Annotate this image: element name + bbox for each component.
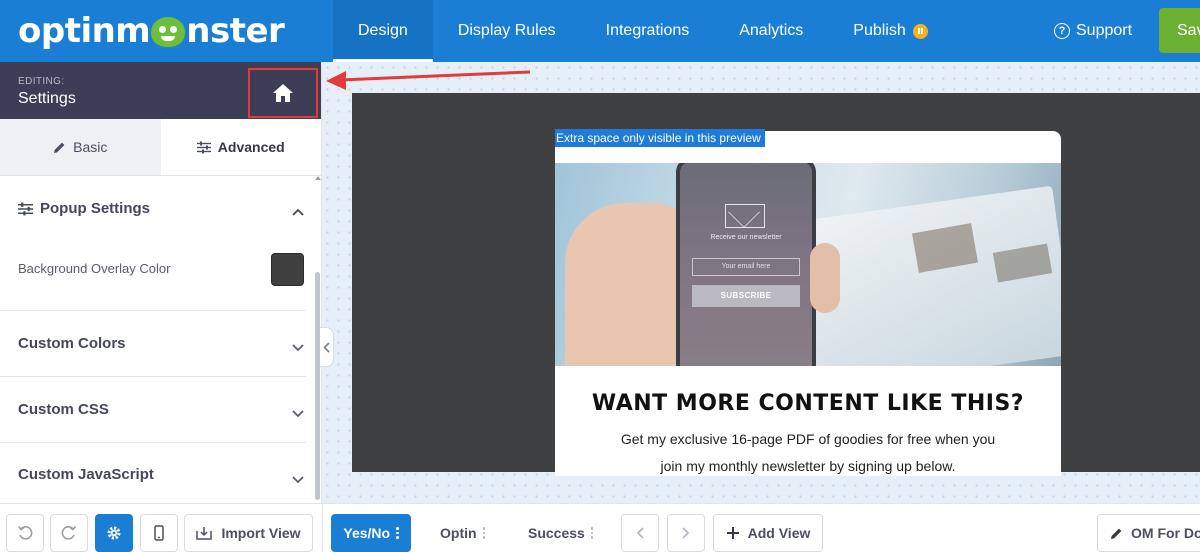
plus-icon bbox=[726, 527, 739, 539]
save-button[interactable]: Save bbox=[1159, 8, 1200, 53]
editing-label: EDITING: bbox=[18, 76, 65, 87]
kebab-icon[interactable] bbox=[482, 527, 486, 539]
overlay-color-label: Background Overlay Color bbox=[18, 261, 171, 276]
popup-body-line-1[interactable]: Get my exclusive 16-page PDF of goodies … bbox=[555, 431, 1061, 447]
import-view-button[interactable]: Import View bbox=[184, 514, 313, 552]
redo-icon bbox=[61, 525, 77, 540]
view-tab-success[interactable]: Success bbox=[528, 514, 594, 552]
sidebar-scrollbar[interactable] bbox=[315, 272, 320, 500]
prev-view-button[interactable] bbox=[621, 514, 659, 552]
preview-canvas: Extra space only visible in this preview… bbox=[322, 62, 1200, 503]
popup-settings-header[interactable]: Popup Settings bbox=[0, 194, 306, 224]
section-title: Custom JavaScript bbox=[18, 466, 154, 483]
section-title: Popup Settings bbox=[40, 200, 150, 217]
import-icon bbox=[196, 527, 213, 540]
campaign-name-button[interactable]: OM For Do bbox=[1097, 514, 1200, 552]
logo-text-left: optinm bbox=[18, 11, 151, 51]
settings-button[interactable] bbox=[95, 514, 133, 552]
popup-preview[interactable]: Receive our newsletter Your email here S… bbox=[555, 131, 1061, 476]
top-bar: optinm nster Design Display Rules Integra… bbox=[0, 0, 1200, 62]
nav-publish[interactable]: Publish bbox=[828, 0, 952, 62]
mobile-preview-button[interactable] bbox=[140, 514, 178, 552]
sliders-icon bbox=[196, 141, 211, 154]
pencil-icon bbox=[1111, 528, 1122, 539]
sidebar-tabs: Basic Advanced bbox=[0, 119, 321, 176]
scroll-up-arrow[interactable] bbox=[315, 176, 321, 180]
home-button[interactable] bbox=[248, 68, 318, 118]
view-tab-yes-no[interactable]: Yes/No bbox=[331, 514, 411, 552]
kebab-icon[interactable] bbox=[396, 527, 399, 539]
add-view-button[interactable]: Add View bbox=[713, 514, 823, 552]
preview-space-tag: Extra space only visible in this preview bbox=[555, 129, 765, 147]
annotation-arrow bbox=[326, 70, 531, 90]
sliders-icon bbox=[18, 202, 33, 221]
next-view-button[interactable] bbox=[667, 514, 705, 552]
redo-button[interactable] bbox=[50, 514, 88, 552]
chevron-left-icon bbox=[636, 527, 644, 539]
chevron-right-icon bbox=[682, 527, 690, 539]
chevron-up-icon bbox=[292, 203, 304, 221]
mobile-phone-icon bbox=[154, 525, 164, 541]
popup-body-line-2[interactable]: join my monthly newsletter by signing up… bbox=[555, 458, 1061, 474]
monster-mascot-icon bbox=[151, 17, 186, 47]
gear-icon bbox=[107, 526, 121, 540]
home-icon bbox=[273, 84, 293, 102]
logo-text-right: nster bbox=[186, 11, 285, 51]
phone-caption: Receive our newsletter bbox=[710, 234, 782, 241]
section-popup-settings: Popup Settings bbox=[0, 176, 306, 311]
popup-headline[interactable]: WANT MORE CONTENT LIKE THIS? bbox=[555, 391, 1061, 416]
chevron-down-icon bbox=[292, 339, 304, 357]
nav-integrations[interactable]: Integrations bbox=[581, 0, 715, 62]
editing-title: Settings bbox=[18, 90, 76, 107]
support-link[interactable]: ? Support bbox=[1054, 0, 1132, 62]
envelope-icon bbox=[725, 204, 765, 228]
editing-header: EDITING: Settings bbox=[0, 62, 321, 119]
view-tab-optin[interactable]: Optin bbox=[440, 514, 486, 552]
settings-sidebar: EDITING: Settings Basic Advanced Popup S… bbox=[0, 62, 322, 503]
hero-image: Receive our newsletter Your email here S… bbox=[555, 163, 1061, 366]
pause-icon bbox=[912, 23, 928, 39]
main-nav: Design Display Rules Integrations Analyt… bbox=[333, 0, 953, 62]
section-custom-javascript[interactable]: Custom JavaScript bbox=[0, 443, 306, 503]
nav-design[interactable]: Design bbox=[333, 0, 433, 62]
tab-basic[interactable]: Basic bbox=[0, 119, 161, 175]
section-custom-css[interactable]: Custom CSS bbox=[0, 377, 306, 443]
question-circle-icon: ? bbox=[1054, 23, 1070, 39]
bottom-toolbar: Import View Yes/No Optin Success Add Vie… bbox=[0, 503, 1200, 552]
section-custom-colors[interactable]: Custom Colors bbox=[0, 311, 306, 377]
tab-advanced[interactable]: Advanced bbox=[160, 119, 321, 175]
section-title: Custom CSS bbox=[18, 401, 109, 418]
overlay-color-swatch[interactable] bbox=[271, 253, 304, 286]
phone-subscribe-button: SUBSCRIBE bbox=[692, 285, 800, 307]
section-title: Custom Colors bbox=[18, 335, 126, 352]
phone-email-input: Your email here bbox=[692, 258, 800, 276]
undo-icon bbox=[17, 525, 33, 540]
phone-mockup: Receive our newsletter Your email here S… bbox=[676, 163, 816, 366]
collapse-sidebar-button[interactable] bbox=[320, 327, 334, 367]
optinmonster-logo[interactable]: optinm nster bbox=[18, 11, 285, 51]
kebab-icon[interactable] bbox=[590, 527, 594, 539]
nav-display-rules[interactable]: Display Rules bbox=[433, 0, 581, 62]
nav-analytics[interactable]: Analytics bbox=[714, 0, 828, 62]
chevron-down-icon bbox=[292, 405, 304, 423]
chevron-down-icon bbox=[292, 471, 304, 489]
undo-button[interactable] bbox=[6, 514, 44, 552]
pencil-icon bbox=[53, 141, 66, 154]
chevron-left-icon bbox=[323, 341, 330, 353]
